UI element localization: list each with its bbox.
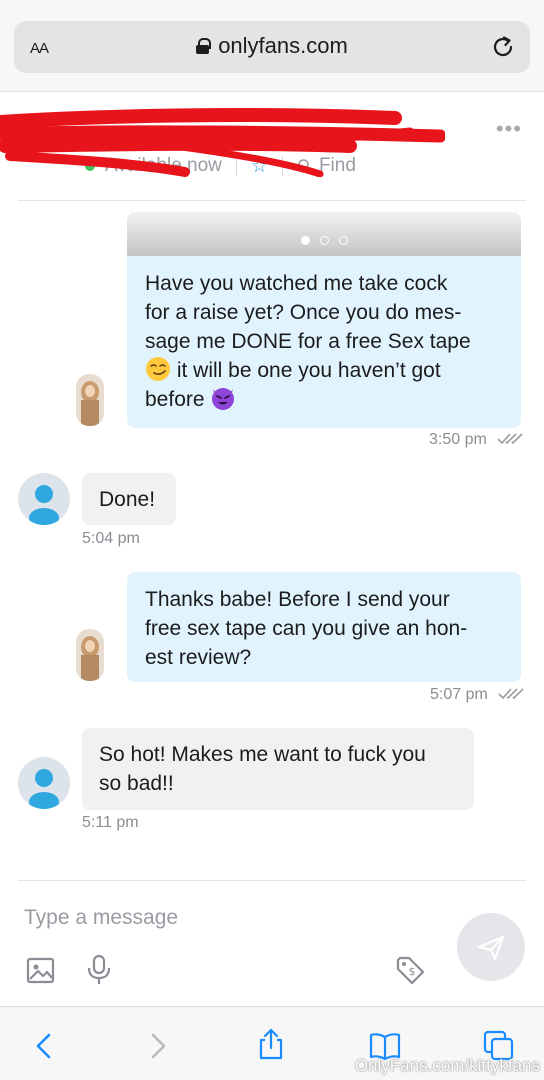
- microphone-icon[interactable]: [84, 954, 114, 986]
- header-divider: [18, 200, 526, 201]
- more-options-icon[interactable]: •••: [496, 118, 522, 140]
- message-line: sage me DONE for a free Sex tape: [145, 330, 471, 353]
- watermark-text: OnlyFans.com/kittykfans: [354, 1056, 540, 1075]
- creator-avatar[interactable]: [76, 629, 104, 681]
- message-timestamp: 5:04 pm: [82, 530, 140, 547]
- creator-avatar[interactable]: [76, 374, 104, 426]
- smirking-face-icon: [146, 357, 170, 381]
- browser-top-bar: AA onlyfans.com: [0, 0, 544, 92]
- send-button[interactable]: [457, 913, 525, 981]
- carousel-dot[interactable]: [338, 236, 348, 245]
- image-icon[interactable]: [26, 955, 56, 987]
- message-input[interactable]: [24, 906, 444, 930]
- message-line: so bad!!: [99, 772, 174, 795]
- message-bubble-outgoing: Thanks babe! Before I send your free sex…: [127, 572, 521, 682]
- message-timestamp: 3:50 pm: [429, 431, 523, 449]
- svg-text:$: $: [409, 965, 416, 978]
- media-carousel[interactable]: [127, 212, 521, 256]
- share-icon[interactable]: [254, 1027, 288, 1061]
- smiling-face-with-horns-icon: [212, 388, 235, 410]
- price-tag-icon[interactable]: $: [395, 955, 427, 987]
- carousel-dot-active[interactable]: [300, 236, 310, 245]
- message-bubble-incoming: Done!: [82, 473, 176, 525]
- message-line: est review?: [145, 646, 252, 669]
- read-receipt-icon: [498, 688, 524, 700]
- redaction-scribble: [0, 108, 445, 177]
- message-timestamp: 5:11 pm: [82, 814, 139, 831]
- reload-icon[interactable]: [490, 34, 516, 60]
- browser-bottom-bar: OnlyFans.com/kittykfans: [0, 1006, 544, 1080]
- message-timestamp: 5:07 pm: [430, 686, 524, 704]
- message-line: Have you watched me take cock: [145, 272, 448, 295]
- address-bar[interactable]: AA onlyfans.com: [14, 21, 530, 73]
- message-line: free sex tape can you give an hon-: [145, 617, 468, 640]
- message-bubble-incoming: So hot! Makes me want to fuck you so bad…: [82, 728, 474, 810]
- message-line: for a raise yet? Once you do mes-: [145, 301, 462, 324]
- message-bubble-outgoing: Have you watched me take cock for a rais…: [127, 256, 521, 428]
- message-line-with-emoji: it will be one you haven’t got: [145, 356, 503, 385]
- back-icon[interactable]: [28, 1029, 62, 1063]
- url-display[interactable]: onlyfans.com: [14, 33, 530, 59]
- read-receipt-icon: [497, 433, 523, 445]
- composer-divider: [18, 880, 526, 881]
- message-line: So hot! Makes me want to fuck you: [99, 743, 426, 766]
- carousel-pagination: [127, 232, 521, 250]
- url-text: onlyfans.com: [218, 33, 348, 58]
- message-line-with-emoji: before: [145, 385, 503, 414]
- user-avatar[interactable]: [18, 757, 70, 809]
- chat-header: - - - - - - ••• Available now ☆ Find: [0, 92, 544, 202]
- message-line: Done!: [99, 488, 156, 511]
- lock-icon: [196, 38, 212, 54]
- carousel-dot[interactable]: [319, 236, 329, 245]
- message-line: Thanks babe! Before I send your: [145, 588, 450, 611]
- send-icon: [477, 935, 505, 961]
- forward-icon[interactable]: [140, 1029, 174, 1063]
- user-avatar[interactable]: [18, 473, 70, 525]
